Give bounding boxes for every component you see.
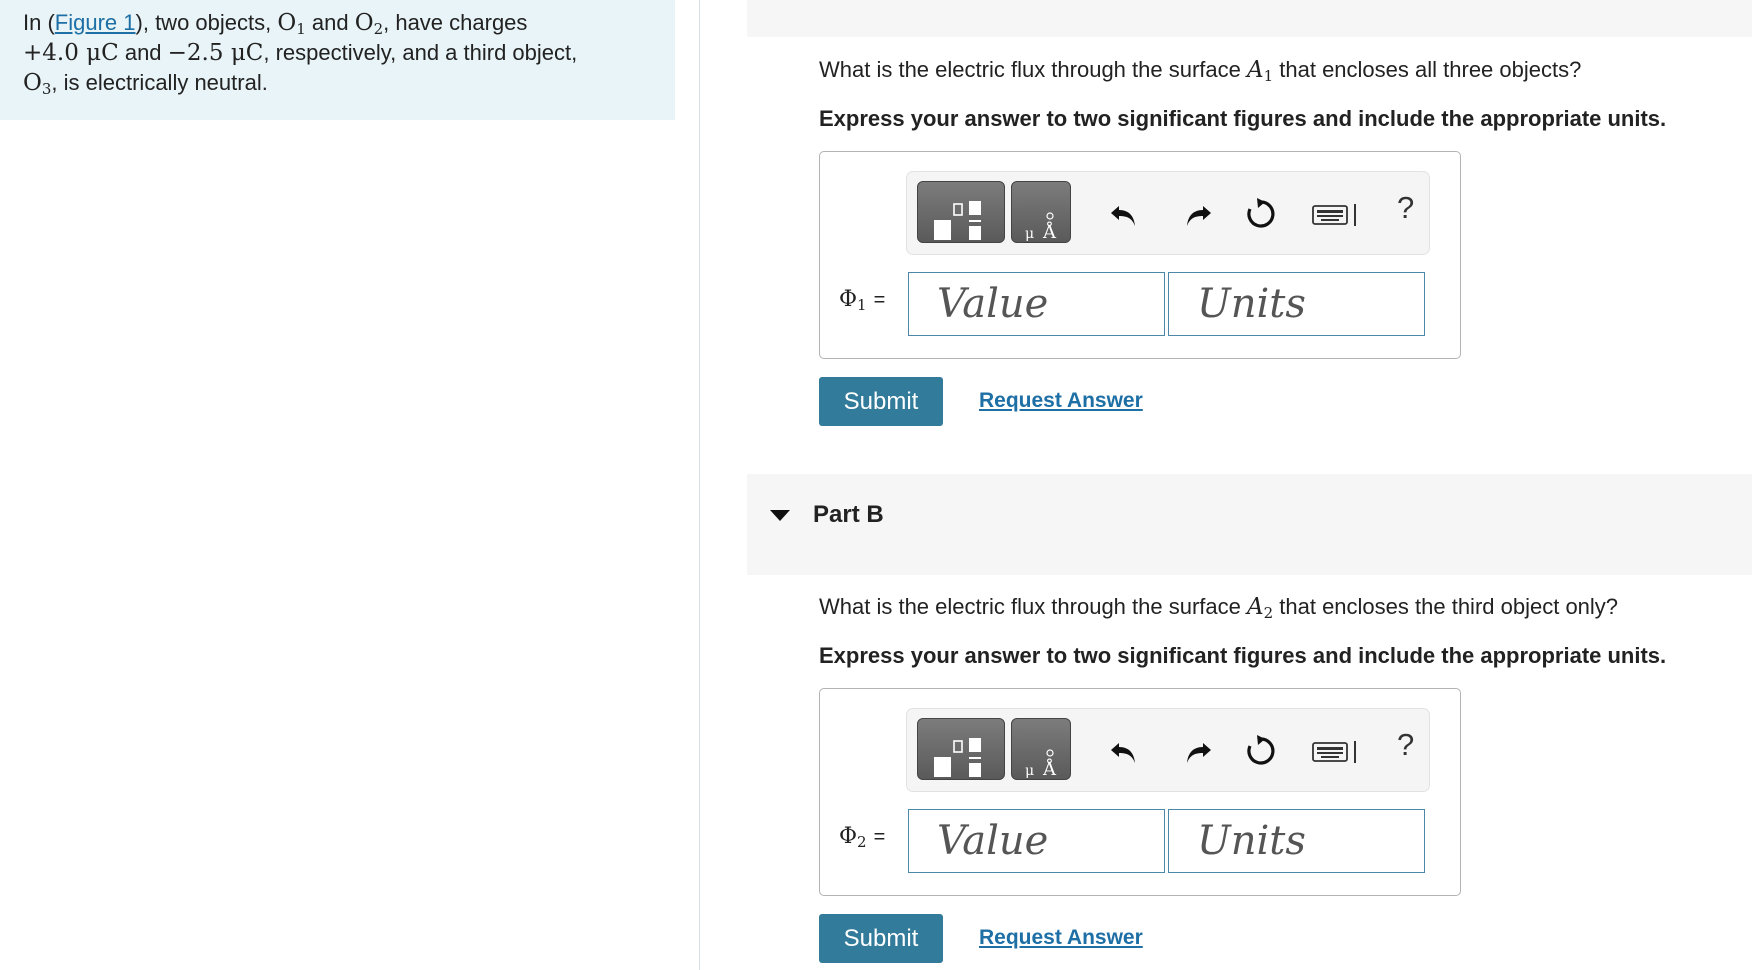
charge-1: +4.0 μC: [23, 40, 119, 66]
units-button[interactable]: Å μ: [1011, 718, 1071, 780]
templates-button[interactable]: [917, 718, 1005, 780]
templates-button[interactable]: [917, 181, 1005, 243]
templates-icon: [934, 201, 981, 240]
problem-statement: In (Figure 1), two objects, O1 and O2, h…: [23, 10, 578, 98]
keyboard-icon[interactable]: [1309, 196, 1365, 232]
svg-text:μ: μ: [1025, 226, 1034, 242]
part-a-request-answer-link[interactable]: Request Answer: [979, 389, 1143, 413]
part-b-instruction: Express your answer to two significant f…: [819, 643, 1667, 668]
redo-icon[interactable]: [1179, 196, 1215, 232]
phi2-label: Φ2 =: [839, 824, 886, 851]
math-toolbar: Å μ ?: [906, 171, 1430, 255]
part-a-header-band: [747, 0, 1752, 37]
units-button[interactable]: Å μ: [1011, 181, 1071, 243]
part-b-question: What is the electric flux through the su…: [819, 594, 1619, 622]
part-b-header[interactable]: Part B: [747, 474, 1752, 575]
redo-icon[interactable]: [1179, 733, 1215, 769]
charge-2: −2.5 μC: [167, 40, 264, 66]
help-icon[interactable]: ?: [1397, 727, 1414, 763]
undo-icon[interactable]: [1107, 196, 1143, 232]
object-o3: O3: [23, 70, 52, 98]
phi1-value-field[interactable]: [908, 272, 1165, 336]
problem-intro: In (Figure 1), two objects, O1 and O2, h…: [0, 0, 675, 120]
part-a-instruction: Express your answer to two significant f…: [819, 106, 1667, 131]
answer-pane: What is the electric flux through the su…: [700, 0, 1752, 970]
phi2-units-field[interactable]: [1168, 809, 1425, 873]
undo-icon[interactable]: [1107, 733, 1143, 769]
units-icon: Å μ: [1025, 212, 1057, 242]
reset-icon[interactable]: [1243, 196, 1279, 232]
svg-text:Å: Å: [1042, 221, 1057, 242]
help-icon[interactable]: ?: [1397, 190, 1414, 226]
object-o1: O1: [277, 10, 306, 38]
phi1-label: Φ1 =: [839, 287, 886, 314]
object-o2: O2: [354, 10, 384, 38]
part-a-question: What is the electric flux through the su…: [819, 57, 1582, 85]
units-icon: Å μ: [1025, 749, 1057, 779]
part-a-submit-button[interactable]: Submit: [819, 377, 943, 426]
keyboard-icon[interactable]: [1309, 733, 1365, 769]
phi1-value-input[interactable]: [909, 273, 1164, 335]
collapse-caret-icon[interactable]: [770, 510, 790, 521]
svg-text:Å: Å: [1042, 758, 1057, 779]
phi2-units-input[interactable]: [1169, 810, 1424, 872]
part-b-submit-button[interactable]: Submit: [819, 914, 943, 963]
phi1-units-field[interactable]: [1168, 272, 1425, 336]
phi1-units-input[interactable]: [1169, 273, 1424, 335]
svg-text:μ: μ: [1025, 763, 1034, 779]
figure-link[interactable]: Figure 1: [55, 10, 136, 35]
math-toolbar: Å μ ?: [906, 708, 1430, 792]
part-b-answer-box: Å μ ? Φ2 =: [819, 688, 1461, 896]
part-b-title: Part B: [813, 501, 884, 528]
reset-icon[interactable]: [1243, 733, 1279, 769]
templates-icon: [934, 738, 981, 777]
phi2-value-input[interactable]: [909, 810, 1164, 872]
problem-pane: In (Figure 1), two objects, O1 and O2, h…: [0, 0, 700, 970]
phi2-value-field[interactable]: [908, 809, 1165, 873]
part-b-request-answer-link[interactable]: Request Answer: [979, 926, 1143, 950]
part-a-answer-box: Å μ ? Φ1 =: [819, 151, 1461, 359]
